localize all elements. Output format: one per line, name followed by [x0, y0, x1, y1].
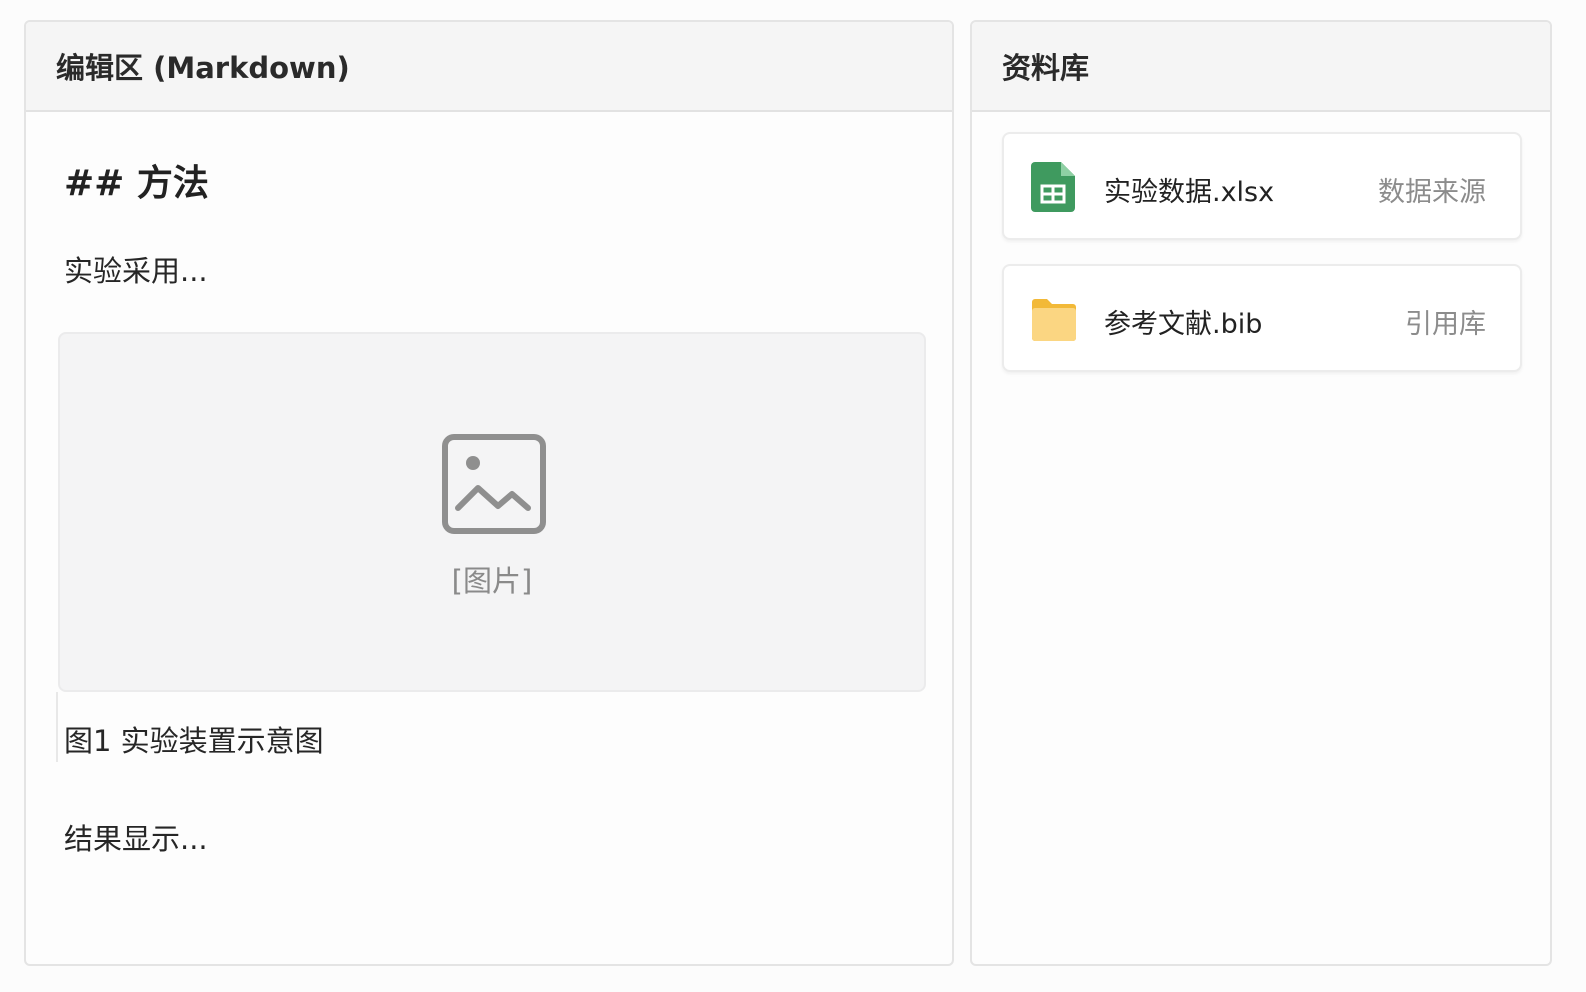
library-panel-title: 资料库 — [972, 22, 1550, 112]
markdown-paragraph-1[interactable]: 实验采用... — [64, 248, 208, 290]
image-placeholder-label: [图片] — [451, 564, 533, 598]
figure-caption[interactable]: 图1 实验装置示意图 — [64, 718, 324, 760]
folder-icon — [1032, 299, 1076, 341]
library-item-bib-file[interactable]: 参考文献.bib 引用库 — [1002, 264, 1522, 372]
library-panel: 资料库 实验数据.xlsx 数据来源 参考文献.bib 引用库 — [970, 20, 1552, 966]
library-item-name: 参考文献.bib — [1104, 309, 1263, 340]
library-item-name: 实验数据.xlsx — [1104, 177, 1275, 208]
editor-panel-title: 编辑区 (Markdown) — [26, 22, 952, 112]
editor-panel: 编辑区 (Markdown) ## 方法 实验采用... [图片] 图1 实验装… — [24, 20, 954, 966]
image-placeholder[interactable]: [图片] — [58, 332, 926, 692]
caption-divider — [56, 692, 58, 762]
library-item-tag: 数据来源 — [1378, 177, 1486, 208]
library-item-tag: 引用库 — [1405, 309, 1486, 340]
library-item-data-file[interactable]: 实验数据.xlsx 数据来源 — [1002, 132, 1522, 240]
image-icon — [442, 434, 546, 534]
spreadsheet-icon — [1031, 162, 1075, 212]
markdown-paragraph-2[interactable]: 结果显示... — [64, 816, 208, 858]
markdown-heading[interactable]: ## 方法 — [64, 154, 209, 206]
